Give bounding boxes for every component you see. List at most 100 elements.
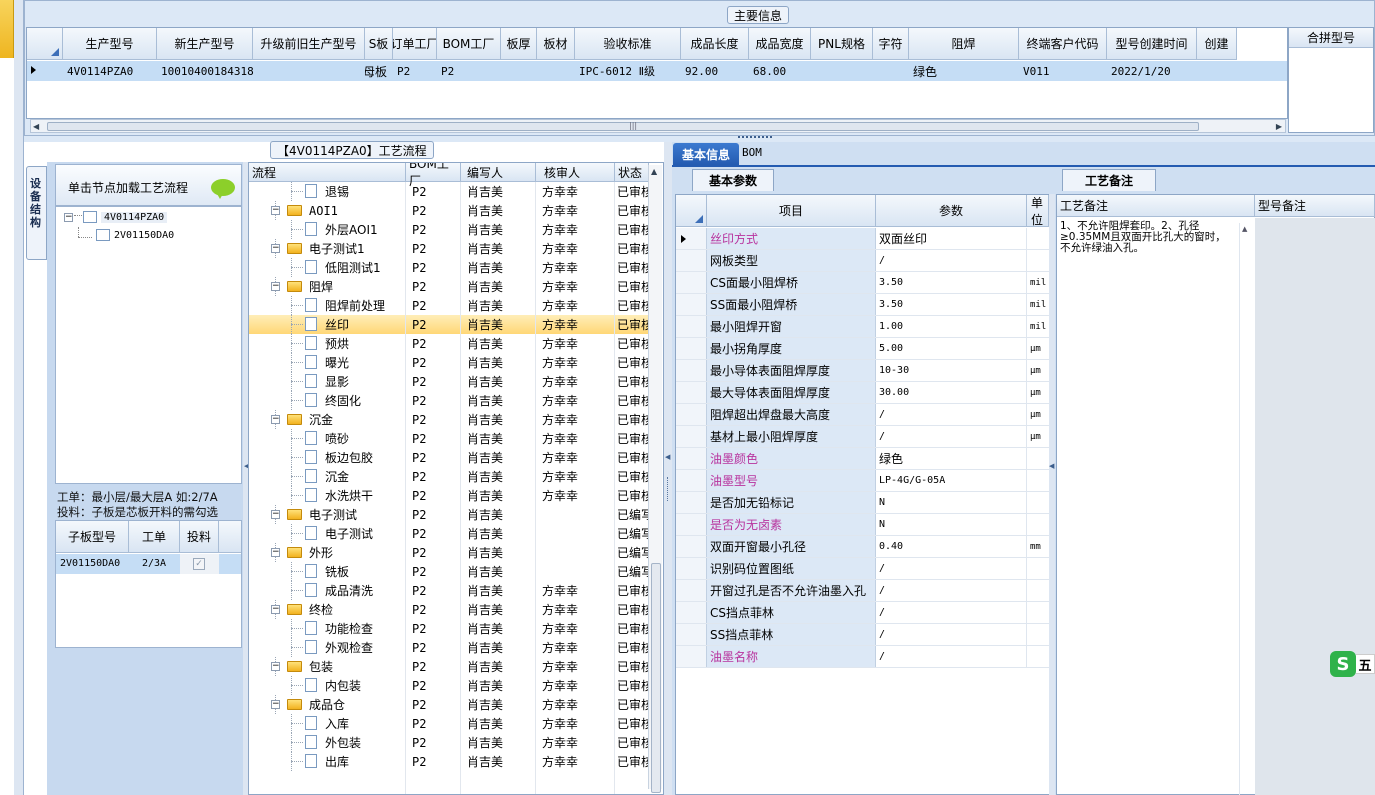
ime-floating-icon[interactable]: S 五 [1330, 651, 1375, 677]
param-value[interactable]: 1.00 [876, 316, 1027, 337]
col-model[interactable]: 生产型号 [63, 28, 157, 60]
process-remark-text[interactable]: 1、不允许阻焊套印。2、孔径≥0.35MM且双面开比孔大的窗时，不允许绿油入孔。 [1060, 221, 1235, 254]
param-value[interactable]: N [876, 492, 1027, 513]
col-acceptance[interactable]: 验收标准 [575, 28, 681, 60]
scroll-left-icon[interactable]: ◀ [33, 122, 39, 131]
process-row[interactable]: − 电子测试1 P2 肖吉美 方幸幸 已审核 [249, 239, 649, 258]
param-value[interactable]: 10-30 [876, 360, 1027, 381]
right-splitter[interactable]: ◀ [1049, 194, 1055, 795]
remark-panel[interactable]: 工艺备注 型号备注 1、不允许阻焊套印。2、孔径≥0.35MM且双面开比孔大的窗… [1056, 194, 1375, 795]
process-row[interactable]: 阻焊前处理 P2 肖吉美 方幸幸 已审核 [249, 296, 649, 315]
scroll-up-icon[interactable]: ▲ [651, 167, 657, 176]
process-row[interactable]: − 外形 P2 肖吉美 已编写 [249, 543, 649, 562]
splitter-arrow-icon[interactable]: ◀ [1049, 462, 1054, 470]
cell-create[interactable] [1201, 61, 1241, 81]
cell-order-factory[interactable]: P2 [397, 61, 441, 81]
main-grid-hscrollbar[interactable]: ◀ ||| ▶ [30, 119, 1286, 133]
param-value[interactable]: 双面丝印 [876, 228, 1027, 249]
tab-basic-info[interactable]: 基本信息 [673, 143, 739, 165]
param-row[interactable]: 油墨型号 LP-4G/G-05A [676, 470, 1049, 492]
param-value[interactable]: / [876, 646, 1027, 667]
sub-board-grid[interactable]: 子板型号 工单 投料 2V01150DA0 2/3A ✓ [55, 520, 242, 648]
param-value[interactable]: / [876, 250, 1027, 271]
process-row[interactable]: 低阻测试1 P2 肖吉美 方幸幸 已审核 [249, 258, 649, 277]
tree-node-root[interactable]: − 4V0114PZA0 [64, 211, 168, 223]
collapse-icon[interactable]: − [64, 212, 73, 222]
sogou-s-icon[interactable]: S [1330, 651, 1356, 677]
process-row[interactable]: 功能检查 P2 肖吉美 方幸幸 已审核 [249, 619, 649, 638]
param-row[interactable]: SS挡点菲林 / [676, 624, 1049, 646]
process-row[interactable]: − AOI1 P2 肖吉美 方幸幸 已审核 [249, 201, 649, 220]
col-char[interactable]: 字符 [873, 28, 909, 60]
cell-new-model[interactable]: 10010400184318 [161, 61, 257, 81]
param-row[interactable]: 阻焊超出焊盘最大高度 / μm [676, 404, 1049, 426]
cell-length[interactable]: 92.00 [685, 61, 753, 81]
param-value[interactable]: / [876, 404, 1027, 425]
param-row[interactable]: 双面开窗最小孔径 0.40 mm [676, 536, 1049, 558]
col-new-model[interactable]: 新生产型号 [157, 28, 253, 60]
col-thickness[interactable]: 板厚 [501, 28, 537, 60]
param-value[interactable]: / [876, 580, 1027, 601]
process-vscrollbar[interactable]: ▲ [648, 165, 662, 793]
col-width[interactable]: 成品宽度 [749, 28, 811, 60]
param-value[interactable]: 0.40 [876, 536, 1027, 557]
param-row[interactable]: 最小拐角厚度 5.00 μm [676, 338, 1049, 360]
process-row[interactable]: 丝印 P2 肖吉美 方幸幸 已审核 [249, 315, 649, 334]
col-s-board[interactable]: S板 [365, 28, 393, 60]
param-value[interactable]: LP-4G/G-05A [876, 470, 1027, 491]
param-row[interactable]: 基材上最小阻焊厚度 / μm [676, 426, 1049, 448]
cell-pnl[interactable] [815, 61, 877, 81]
cell-bom-factory[interactable]: P2 [441, 61, 505, 81]
splitter-arrow-icon[interactable]: ◀ [665, 453, 670, 461]
tab-device-structure[interactable]: 设备结构 [26, 166, 47, 260]
process-row[interactable]: 预烘 P2 肖吉美 方幸幸 已审核 [249, 334, 649, 353]
hscroll-thumb[interactable] [47, 122, 1199, 131]
col-create-time[interactable]: 型号创建时间 [1107, 28, 1197, 60]
collapse-icon[interactable]: − [271, 415, 280, 424]
process-row[interactable]: − 终检 P2 肖吉美 方幸幸 已审核 [249, 600, 649, 619]
feed-checkbox[interactable]: ✓ [193, 558, 205, 570]
vscroll-thumb[interactable] [651, 563, 661, 793]
collapse-icon[interactable]: − [271, 605, 280, 614]
param-row[interactable]: 是否为无卤素 N [676, 514, 1049, 536]
process-row[interactable]: 沉金 P2 肖吉美 方幸幸 已审核 [249, 467, 649, 486]
process-row[interactable]: 水洗烘干 P2 肖吉美 方幸幸 已审核 [249, 486, 649, 505]
collapse-icon[interactable]: − [271, 244, 280, 253]
process-row[interactable]: 板边包胶 P2 肖吉美 方幸幸 已审核 [249, 448, 649, 467]
process-row[interactable]: 退锡 P2 肖吉美 方幸幸 已审核 [249, 182, 649, 201]
param-value[interactable]: 绿色 [876, 448, 1027, 469]
scroll-right-icon[interactable]: ▶ [1276, 122, 1282, 131]
remark-scrollbar[interactable]: ▲ [1239, 223, 1251, 795]
cell-create-time[interactable]: 2022/1/20 [1111, 61, 1201, 81]
param-value[interactable]: 3.50 [876, 294, 1027, 315]
param-row[interactable]: CS挡点菲林 / [676, 602, 1049, 624]
col-old-model[interactable]: 升级前旧生产型号 [253, 28, 365, 60]
param-value[interactable]: / [876, 624, 1027, 645]
cell-char[interactable] [877, 61, 913, 81]
model-remark-cell[interactable] [1255, 218, 1375, 795]
collapse-icon[interactable]: − [271, 662, 280, 671]
param-value[interactable]: / [876, 426, 1027, 447]
param-value[interactable]: N [876, 514, 1027, 535]
param-row[interactable]: 最小阻焊开窗 1.00 mil [676, 316, 1049, 338]
process-row[interactable]: 曝光 P2 肖吉美 方幸幸 已审核 [249, 353, 649, 372]
col-pnl[interactable]: PNL规格 [811, 28, 873, 60]
col-length[interactable]: 成品长度 [681, 28, 749, 60]
process-row[interactable]: 成品清洗 P2 肖吉美 方幸幸 已审核 [249, 581, 649, 600]
process-row[interactable]: − 沉金 P2 肖吉美 方幸幸 已审核 [249, 410, 649, 429]
cell-model[interactable]: 4V0114PZA0 [67, 61, 161, 81]
param-row[interactable]: 油墨颜色 绿色 [676, 448, 1049, 470]
cell-customer-code[interactable]: V011 [1023, 61, 1111, 81]
col-material[interactable]: 板材 [537, 28, 575, 60]
process-row[interactable]: 外观检查 P2 肖吉美 方幸幸 已审核 [249, 638, 649, 657]
process-row[interactable]: 入库 P2 肖吉美 方幸幸 已审核 [249, 714, 649, 733]
param-row[interactable]: 识别码位置图纸 / [676, 558, 1049, 580]
param-row[interactable]: 是否加无铅标记 N [676, 492, 1049, 514]
param-value[interactable]: / [876, 558, 1027, 579]
collapse-icon[interactable]: − [271, 206, 280, 215]
cell-material[interactable] [541, 61, 579, 81]
col-order-factory[interactable]: 订单工厂 [393, 28, 437, 60]
process-row[interactable]: 铣板 P2 肖吉美 已编写 [249, 562, 649, 581]
param-value[interactable]: 3.50 [876, 272, 1027, 293]
collapse-icon[interactable]: − [271, 548, 280, 557]
